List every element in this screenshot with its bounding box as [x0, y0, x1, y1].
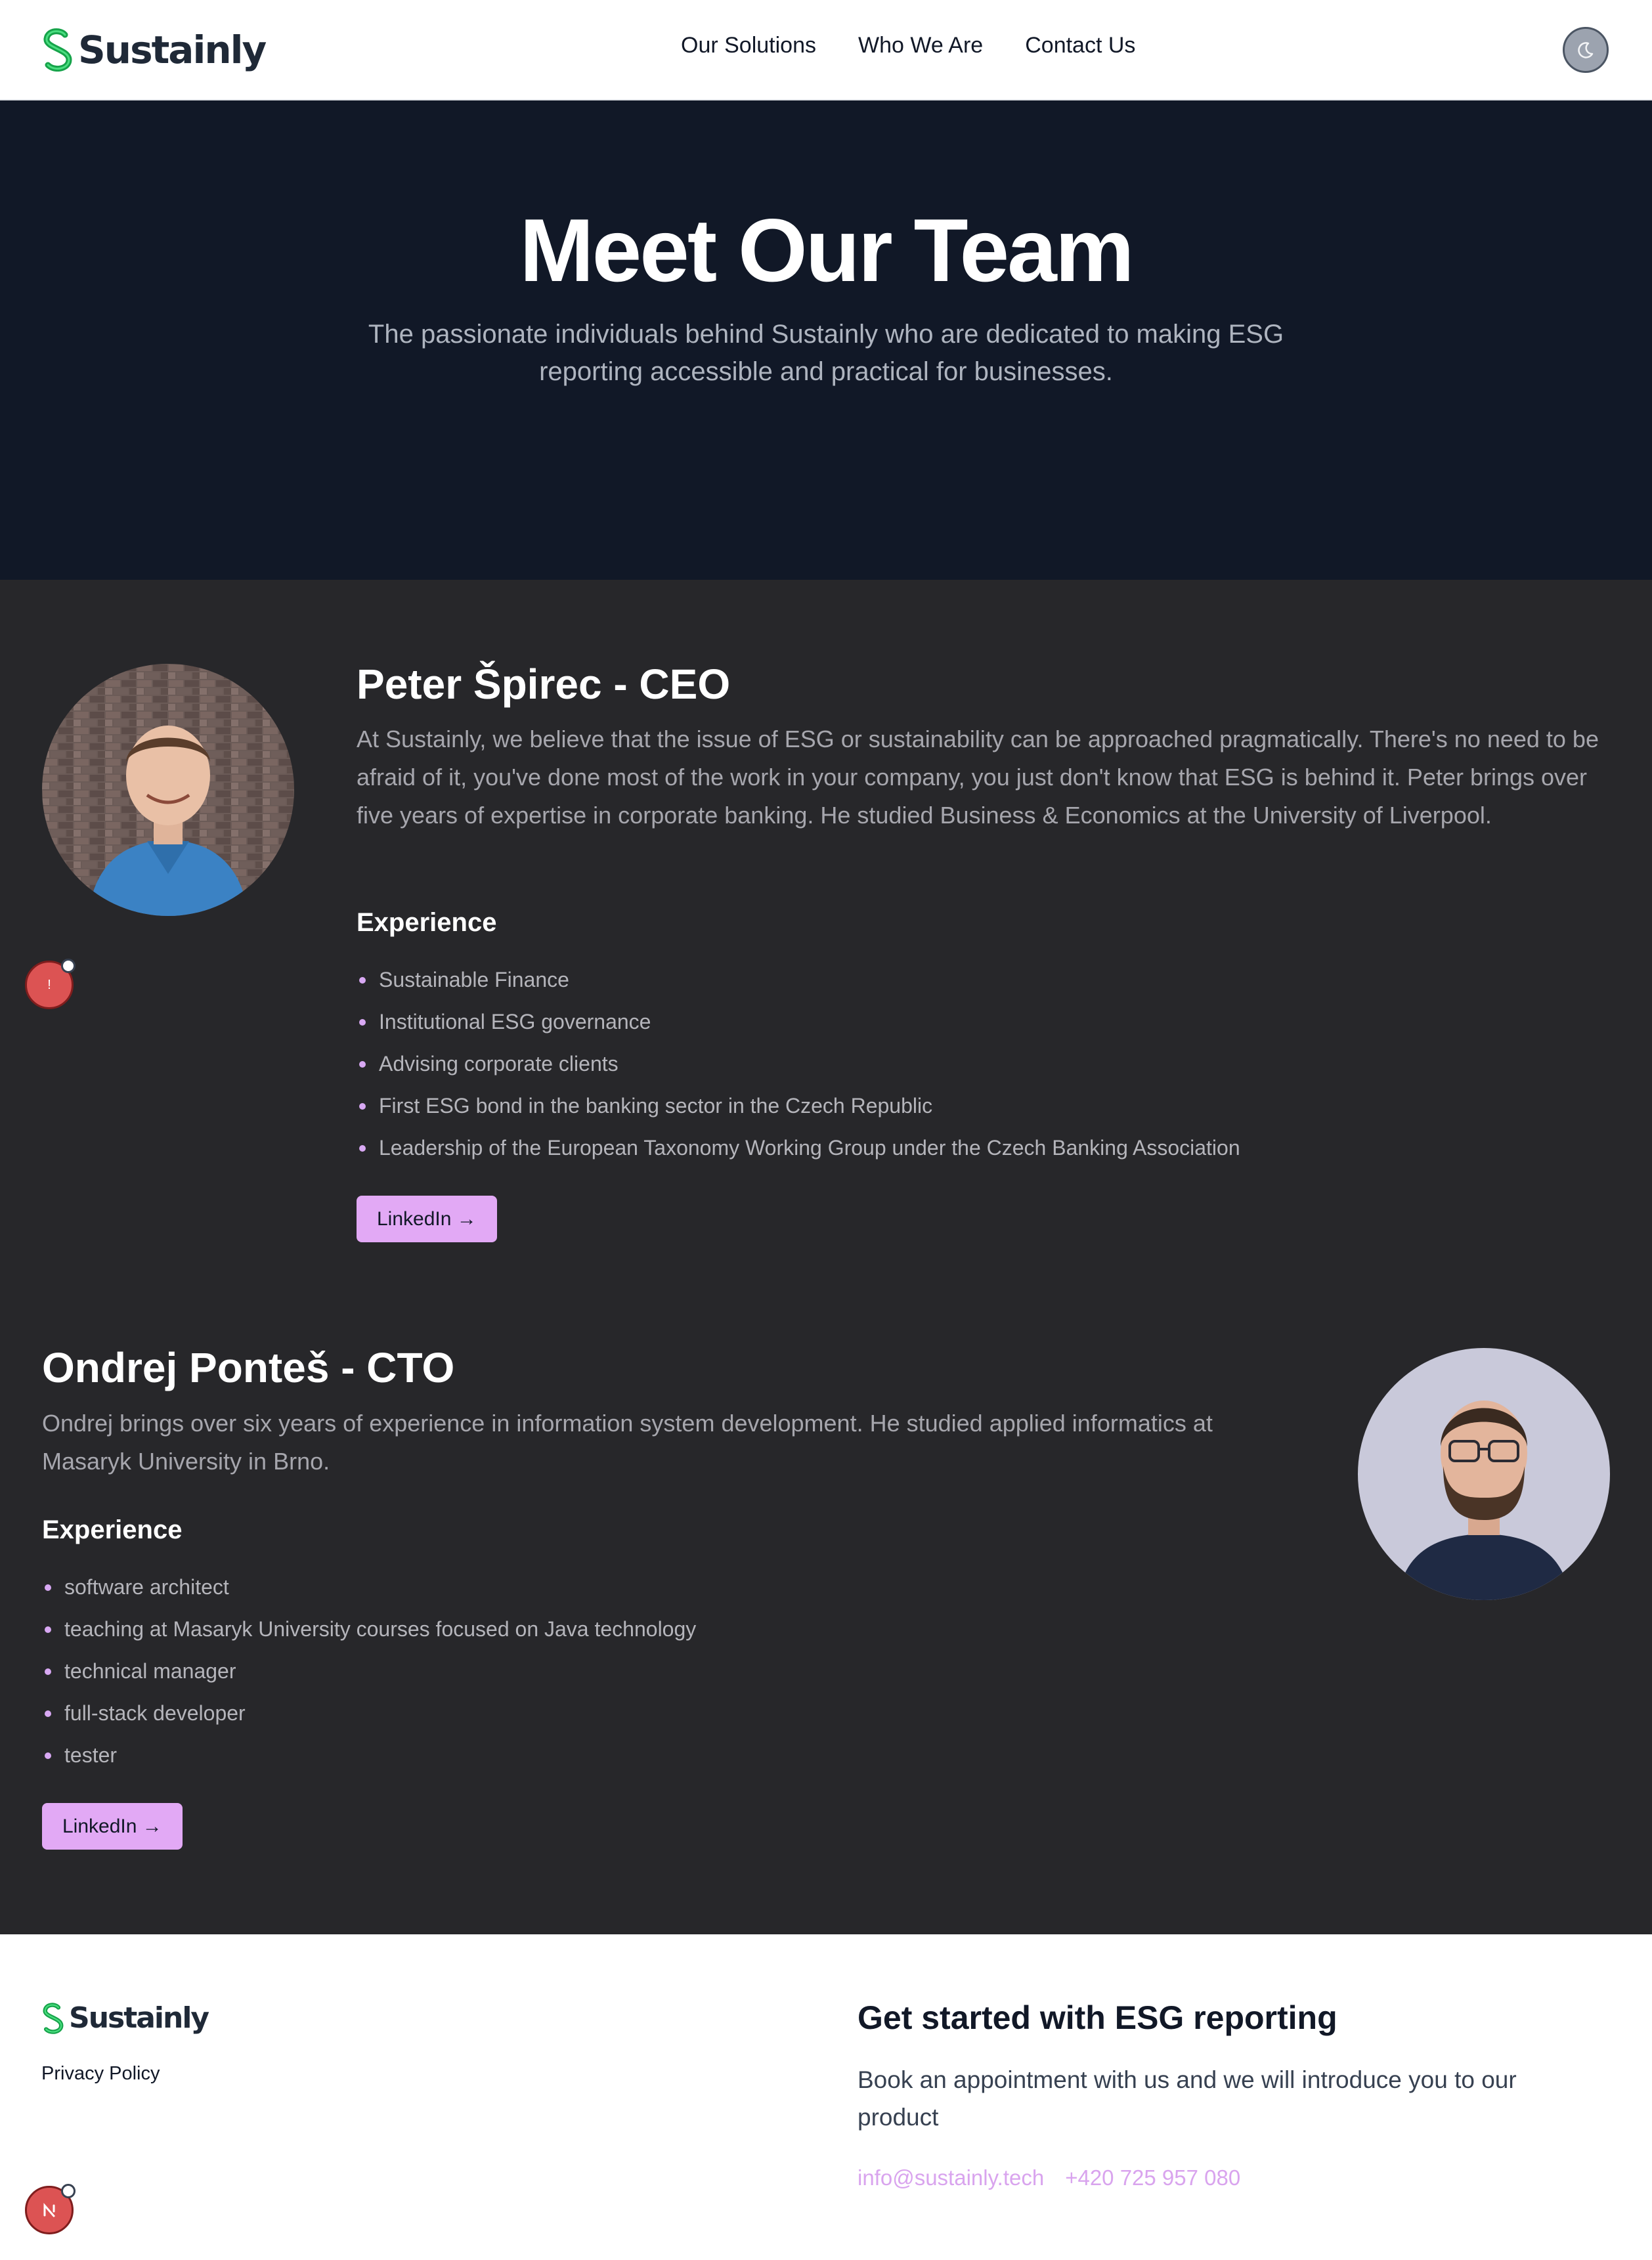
alert-icon: ! [47, 977, 51, 992]
cta-title: Get started with ESG reporting [858, 1999, 1337, 2036]
list-item: teaching at Masaryk University courses f… [42, 1608, 696, 1650]
avatar-photo [1358, 1348, 1610, 1600]
team-section: Peter Špirec - CEO At Sustainly, we beli… [0, 580, 1652, 1934]
list-item: Sustainable Finance [357, 959, 1240, 1001]
linkedin-button[interactable]: LinkedIn → [357, 1196, 497, 1242]
member-name: Ondrej Ponteš - CTO [42, 1344, 455, 1391]
avatar-photo [42, 664, 294, 916]
nextjs-icon [43, 2203, 55, 2217]
list-item: software architect [42, 1566, 696, 1608]
brand-name: Sustainly [78, 28, 267, 72]
page-title: Meet Our Team [519, 200, 1134, 300]
cta-text: Book an appointment with us and we will … [858, 2066, 1517, 2131]
phone-link[interactable]: +420 725 957 080 [1065, 2165, 1240, 2190]
moon-icon [1578, 42, 1594, 58]
experience-heading: Experience [357, 908, 497, 937]
navbar: Sustainly Our Solutions Who We Are Conta… [0, 0, 1652, 100]
nav-contact-us[interactable]: Contact Us [1025, 33, 1135, 58]
list-item: full-stack developer [42, 1692, 696, 1734]
member-bio: At Sustainly, we believe that the issue … [357, 726, 1599, 829]
list-item: First ESG bond in the banking sector in … [357, 1085, 1240, 1127]
email-link[interactable]: info@sustainly.tech [858, 2165, 1044, 2190]
footer: Sustainly Privacy Policy Get started wit… [0, 1934, 1652, 2260]
logo-icon [43, 2002, 64, 2034]
experience-list: software architect teaching at Masaryk U… [42, 1566, 696, 1776]
footer-logo[interactable]: Sustainly [41, 2001, 209, 2035]
avatar-ondrej [1358, 1348, 1610, 1600]
avatar-peter [42, 664, 294, 916]
notification-dot [61, 959, 76, 973]
list-item: Advising corporate clients [357, 1043, 1240, 1085]
member-bio: Ondrej brings over six years of experien… [42, 1410, 1213, 1475]
member-name: Peter Špirec - CEO [357, 661, 731, 708]
privacy-policy-link[interactable]: Privacy Policy [41, 2063, 160, 2085]
brand-logo[interactable]: Sustainly [41, 28, 267, 72]
hero-subtitle: The passionate individuals behind Sustai… [368, 320, 1284, 386]
list-item: Institutional ESG governance [357, 1001, 1240, 1043]
hero-section: Meet Our Team The passionate individuals… [0, 100, 1652, 580]
experience-list: Sustainable Finance Institutional ESG go… [357, 959, 1240, 1169]
notification-dot [61, 2184, 76, 2198]
linkedin-button[interactable]: LinkedIn → [42, 1803, 183, 1850]
brand-name: Sustainly [69, 2001, 209, 2035]
list-item: Leadership of the European Taxonomy Work… [357, 1127, 1240, 1169]
nav-our-solutions[interactable]: Our Solutions [681, 33, 816, 58]
experience-heading: Experience [42, 1515, 183, 1544]
notification-badge[interactable]: ! [25, 959, 76, 1009]
contact-links: info@sustainly.tech +420 725 957 080 [858, 2165, 1240, 2190]
theme-toggle-button[interactable] [1563, 27, 1609, 73]
logo-icon [43, 28, 72, 72]
notification-badge[interactable] [25, 2184, 76, 2234]
list-item: tester [42, 1734, 696, 1776]
list-item: technical manager [42, 1650, 696, 1692]
nav-who-we-are[interactable]: Who We Are [858, 33, 983, 58]
main-nav: Our Solutions Who We Are Contact Us [681, 33, 1177, 58]
